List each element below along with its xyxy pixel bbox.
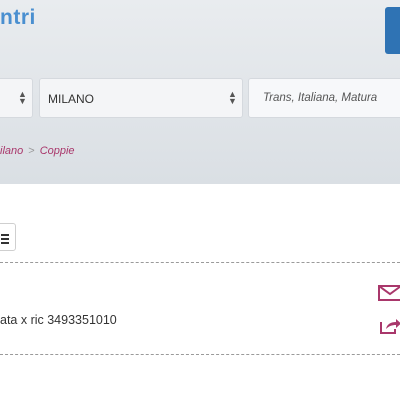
chevron-updown-icon: ▲ ▼: [18, 89, 27, 106]
header-area: ntri ▲ ▼ MILANO ▲ ▼ Trans, Italiana, Matur…: [0, 0, 400, 184]
header-action-button[interactable]: [385, 7, 400, 54]
city-select[interactable]: MILANO ▲ ▼: [39, 78, 243, 118]
list-view-button[interactable]: [0, 223, 16, 251]
list-icon: [1, 234, 9, 246]
divider: [0, 262, 400, 263]
breadcrumb-separator: >: [28, 145, 35, 157]
search-input[interactable]: Trans, Italiana, Matura: [248, 78, 400, 118]
category-select[interactable]: ▲ ▼: [0, 78, 33, 118]
breadcrumb-item-category[interactable]: Coppie: [40, 145, 75, 157]
breadcrumb-item-city[interactable]: ilano: [0, 145, 23, 157]
chevron-updown-icon: ▲ ▼: [228, 89, 237, 106]
listing-title[interactable]: ata x ric 3493351010: [0, 313, 117, 327]
search-placeholder: Trans, Italiana, Matura: [263, 92, 378, 104]
mail-icon[interactable]: [378, 285, 400, 301]
divider: [0, 354, 400, 355]
city-select-value: MILANO: [48, 92, 95, 106]
breadcrumb: ilano > Coppie: [0, 145, 75, 157]
site-logo[interactable]: ntri: [0, 6, 36, 30]
share-icon[interactable]: [378, 317, 400, 335]
